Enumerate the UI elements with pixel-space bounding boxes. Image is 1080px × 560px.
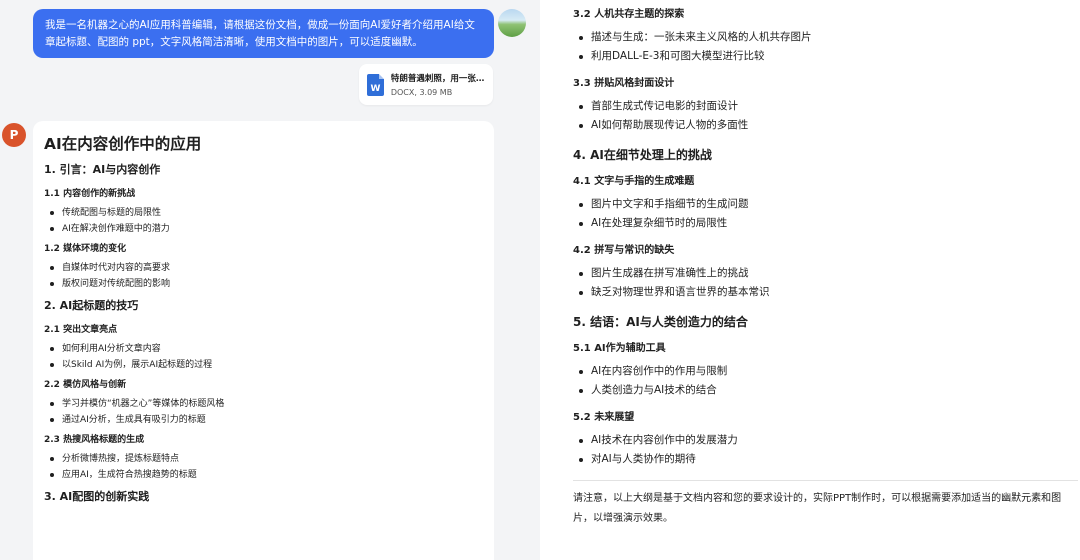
list-item: 图片中文字和手指细节的生成问题 bbox=[573, 195, 1078, 214]
section-heading: 2. AI起标题的技巧 bbox=[44, 299, 139, 312]
list-item: 分析微博热搜，提炼标题特点 bbox=[44, 451, 483, 467]
list-item: AI如何帮助展现传记人物的多面性 bbox=[573, 116, 1078, 135]
list-item: 自媒体时代对内容的高要求 bbox=[44, 260, 483, 276]
bullet-list: 传统配图与标题的局限性 AI在解决创作难题中的潜力 bbox=[44, 205, 483, 237]
list-item: 利用DALL-E-3和可图大模型进行比较 bbox=[573, 47, 1078, 66]
bullet-list: 如何利用AI分析文章内容 以Skild AI为例，展示AI起标题的过程 bbox=[44, 341, 483, 373]
chat-pane: 我是一名机器之心的AI应用科普编辑，请根据这份文档，做成一份面向AI爱好者介绍用… bbox=[0, 0, 540, 560]
list-item: AI在内容创作中的作用与限制 bbox=[573, 362, 1078, 381]
list-item: AI在处理复杂细节时的局限性 bbox=[573, 214, 1078, 233]
outline-sections: 1. 引言：AI与内容创作 1.1 内容创作的新挑战传统配图与标题的局限性 AI在解… bbox=[44, 162, 483, 505]
bullet-list: 图片中文字和手指细节的生成问题 AI在处理复杂细节时的局限性 bbox=[573, 195, 1078, 233]
subsection-heading: 2.1 突出文章亮点 bbox=[44, 325, 118, 335]
list-item: 图片生成器在拼写准确性上的挑战 bbox=[573, 264, 1078, 283]
section-heading: 4. AI在细节处理上的挑战 bbox=[573, 148, 712, 162]
subsection-heading: 3.2 人机共存主题的探索 bbox=[573, 9, 685, 20]
list-item: 描述与生成：一张未来主义风格的人机共存图片 bbox=[573, 28, 1078, 47]
subsection-heading: 5.1 AI作为辅助工具 bbox=[573, 343, 666, 354]
bullet-list: 图片生成器在拼写准确性上的挑战 缺乏对物理世界和语言世界的基本常识 bbox=[573, 264, 1078, 302]
outline-title: AI在内容创作中的应用 bbox=[44, 135, 202, 153]
user-avatar bbox=[498, 9, 526, 37]
list-item: 学习并模仿“机器之心”等媒体的标题风格 bbox=[44, 396, 483, 412]
list-item: AI技术在内容创作中的发展潜力 bbox=[573, 431, 1078, 450]
list-item: 人类创造力与AI技术的结合 bbox=[573, 381, 1078, 400]
section-heading: 3. AI配图的创新实践 bbox=[44, 490, 150, 503]
docx-file-icon: W bbox=[367, 73, 384, 96]
list-item: AI在解决创作难题中的潜力 bbox=[44, 221, 483, 237]
bullet-list: 分析微博热搜，提炼标题特点 应用AI，生成符合热搜趋势的标题 bbox=[44, 451, 483, 483]
powerpoint-icon: P bbox=[2, 123, 26, 147]
list-item: 以Skild AI为例，展示AI起标题的过程 bbox=[44, 357, 483, 373]
bullet-list: 自媒体时代对内容的高要求 版权问题对传统配图的影响 bbox=[44, 260, 483, 292]
bullet-list: AI在内容创作中的作用与限制 人类创造力与AI技术的结合 bbox=[573, 362, 1078, 400]
divider bbox=[573, 480, 1078, 481]
bullet-list: AI技术在内容创作中的发展潜力 对AI与人类协作的期待 bbox=[573, 431, 1078, 469]
list-item: 缺乏对物理世界和语言世界的基本常识 bbox=[573, 283, 1078, 302]
list-item: 应用AI，生成符合热搜趋势的标题 bbox=[44, 467, 483, 483]
user-message-bubble: 我是一名机器之心的AI应用科普编辑，请根据这份文档，做成一份面向AI爱好者介绍用… bbox=[33, 9, 494, 58]
list-item: 通过AI分析，生成具有吸引力的标题 bbox=[44, 412, 483, 428]
attachment-name: 特朗普遇刺照，用一张2... bbox=[390, 74, 485, 84]
subsection-heading: 5.2 未来展望 bbox=[573, 412, 635, 423]
subsection-heading: 4.2 拼写与常识的缺失 bbox=[573, 245, 675, 256]
section-heading: 5. 结语：AI与人类创造力的结合 bbox=[573, 315, 748, 329]
list-item: 传统配图与标题的局限性 bbox=[44, 205, 483, 221]
section-heading: 1. 引言：AI与内容创作 bbox=[44, 163, 161, 176]
list-item: 首部生成式传记电影的封面设计 bbox=[573, 97, 1078, 116]
subsection-heading: 1.2 媒体环境的变化 bbox=[44, 244, 127, 254]
list-item: 如何利用AI分析文章内容 bbox=[44, 341, 483, 357]
list-item: 版权问题对传统配图的影响 bbox=[44, 276, 483, 292]
subsection-heading: 4.1 文字与手指的生成难题 bbox=[573, 176, 695, 187]
subsection-heading: 2.2 模仿风格与创新 bbox=[44, 380, 127, 390]
subsection-heading: 1.1 内容创作的新挑战 bbox=[44, 189, 136, 199]
list-item: 对AI与人类协作的期待 bbox=[573, 450, 1078, 469]
bullet-list: 首部生成式传记电影的封面设计 AI如何帮助展现传记人物的多面性 bbox=[573, 97, 1078, 135]
closing-note: 请注意，以上大纲是基于文档内容和您的要求设计的，实际PPT制作时，可以根据需要添… bbox=[573, 493, 1062, 524]
outline-continued: 3.2 人机共存主题的探索描述与生成：一张未来主义风格的人机共存图片 利用DALL… bbox=[573, 8, 1078, 529]
bullet-list: 学习并模仿“机器之心”等媒体的标题风格 通过AI分析，生成具有吸引力的标题 bbox=[44, 396, 483, 428]
outline-continued-pane: 3.2 人机共存主题的探索描述与生成：一张未来主义风格的人机共存图片 利用DALL… bbox=[540, 0, 1080, 560]
subsection-heading: 2.3 热搜风格标题的生成 bbox=[44, 435, 145, 445]
bullet-list: 描述与生成：一张未来主义风格的人机共存图片 利用DALL-E-3和可图大模型进行比… bbox=[573, 28, 1078, 66]
attachment-meta: DOCX, 3.09 MB bbox=[390, 88, 453, 97]
subsection-heading: 3.3 拼贴风格封面设计 bbox=[573, 78, 675, 89]
attachment-card[interactable]: W 特朗普遇刺照，用一张2... DOCX, 3.09 MB bbox=[359, 64, 493, 105]
outline-card: AI在内容创作中的应用 1. 引言：AI与内容创作 1.1 内容创作的新挑战传统配… bbox=[33, 121, 494, 560]
